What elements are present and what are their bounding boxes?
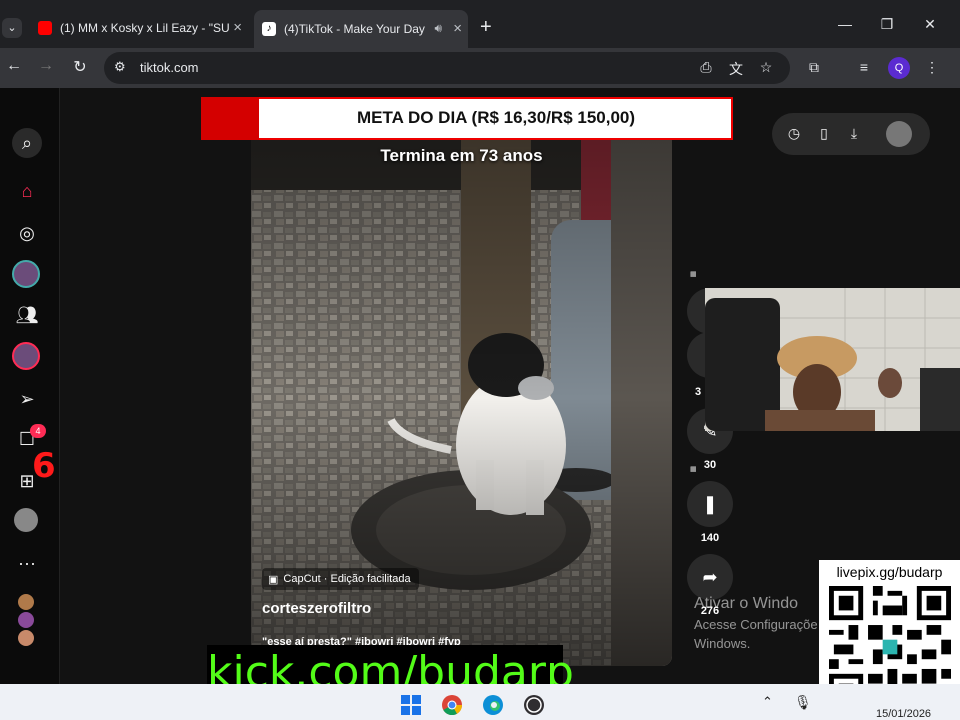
creator-avatar-2[interactable]	[18, 612, 34, 628]
search-icon[interactable]: ⌕	[12, 128, 42, 158]
activation-watermark-line: Windows.	[694, 636, 751, 651]
tab-search-button[interactable]: ⌄	[2, 18, 22, 38]
media-control-icon[interactable]: ≡	[854, 59, 874, 75]
explore-icon[interactable]: ◎	[12, 218, 42, 248]
new-tab-button[interactable]: +	[480, 16, 492, 39]
goal-progress-fill	[201, 97, 259, 140]
install-app-icon[interactable]: ⎙	[696, 59, 716, 76]
edge-icon[interactable]	[482, 694, 504, 716]
notification-badge: 4	[30, 424, 46, 438]
tab-title: (1) MM x Kosky x Lil Eazy - "SU	[60, 21, 230, 35]
creator-avatar-3[interactable]	[18, 630, 34, 646]
capcut-icon: ▣	[268, 573, 279, 586]
share-button[interactable]: ➦	[687, 554, 733, 600]
tab-youtube[interactable]: (1) MM x Kosky x Lil Eazy - "SU ×	[30, 14, 248, 42]
translate-icon[interactable]: 文	[726, 59, 746, 79]
capcut-label: CapCut · Edição facilitada	[283, 573, 411, 585]
taskbar-date: 15/01/2026	[876, 708, 932, 720]
webcam-illustration	[705, 288, 960, 431]
restore-button[interactable]: ❐	[872, 16, 902, 33]
tab-tiktok[interactable]: ♪ (4)TikTok - Make Your Day 🔊︎ ×	[254, 10, 468, 48]
reload-button[interactable]: ↻	[68, 57, 92, 77]
live-avatar[interactable]	[12, 342, 40, 370]
chrome-icon[interactable]	[441, 694, 463, 716]
home-icon[interactable]: ⌂	[12, 176, 42, 206]
windows-taskbar	[0, 684, 960, 720]
tray-overflow-icon[interactable]: ⌃	[762, 694, 773, 710]
capcut-tag[interactable]: ▣ CapCut · Edição facilitada	[262, 568, 419, 590]
bookmark-count: 140	[700, 532, 720, 544]
minimize-button[interactable]: —	[830, 16, 860, 32]
back-button[interactable]: ←	[2, 57, 26, 75]
bookmark-star-icon[interactable]: ☆	[756, 59, 776, 76]
goal-timer-text: Termina em 73 anos	[380, 146, 543, 165]
profile-avatar-sidebar[interactable]	[14, 508, 38, 532]
forward-button[interactable]: →	[34, 57, 58, 75]
tiktok-logo-icon[interactable]: ◷	[784, 125, 804, 142]
goal-text: META DO DIA (R$ 16,30/R$ 150,00)	[356, 108, 636, 127]
activation-watermark-line: Acesse Configuraçõe	[694, 617, 818, 632]
phone-icon[interactable]: ▯	[814, 125, 834, 142]
menu-icon[interactable]: ⋮	[922, 59, 942, 76]
stream-overlay-number: 6	[32, 446, 56, 486]
obs-icon[interactable]	[523, 694, 545, 716]
creator-avatar-1[interactable]	[18, 594, 34, 610]
user-avatar[interactable]	[886, 121, 912, 147]
site-info-icon[interactable]: ⚙	[114, 59, 126, 75]
extensions-icon[interactable]: ⧉	[804, 59, 824, 76]
tab-title: (4)TikTok - Make Your Day	[284, 22, 425, 36]
close-tab-icon[interactable]: ×	[233, 19, 242, 36]
messages-send-icon[interactable]: ➢	[12, 384, 42, 414]
qr-label: livepix.gg/budarp	[836, 564, 943, 580]
bookmark-button[interactable]: ❚	[687, 481, 733, 527]
zerofiltro-logo-2: ▦	[690, 466, 697, 473]
zerofiltro-logo: ▦	[690, 271, 697, 278]
tiktok-icon: ♪	[262, 22, 276, 36]
speaker-icon[interactable]: 🔊︎	[434, 21, 442, 36]
video-author[interactable]: corteszerofiltro	[262, 600, 371, 617]
youtube-icon	[38, 21, 52, 35]
friends-icon[interactable]: 👥︎	[12, 300, 42, 330]
microphone-icon[interactable]: 🎙︎	[794, 694, 812, 711]
profile-avatar[interactable]: Q	[888, 57, 910, 79]
webcam-overlay	[705, 288, 960, 431]
download-icon[interactable]: ⤓	[844, 125, 864, 142]
close-window-button[interactable]: ✕	[915, 16, 945, 33]
url-text[interactable]: tiktok.com	[140, 60, 199, 75]
more-icon[interactable]: ···	[12, 548, 42, 578]
activation-watermark-title: Ativar o Windo	[694, 595, 799, 612]
following-avatar[interactable]	[12, 260, 40, 288]
windows-start-icon[interactable]	[400, 694, 422, 716]
address-bar[interactable]	[104, 52, 790, 84]
close-tab-icon[interactable]: ×	[453, 20, 462, 37]
